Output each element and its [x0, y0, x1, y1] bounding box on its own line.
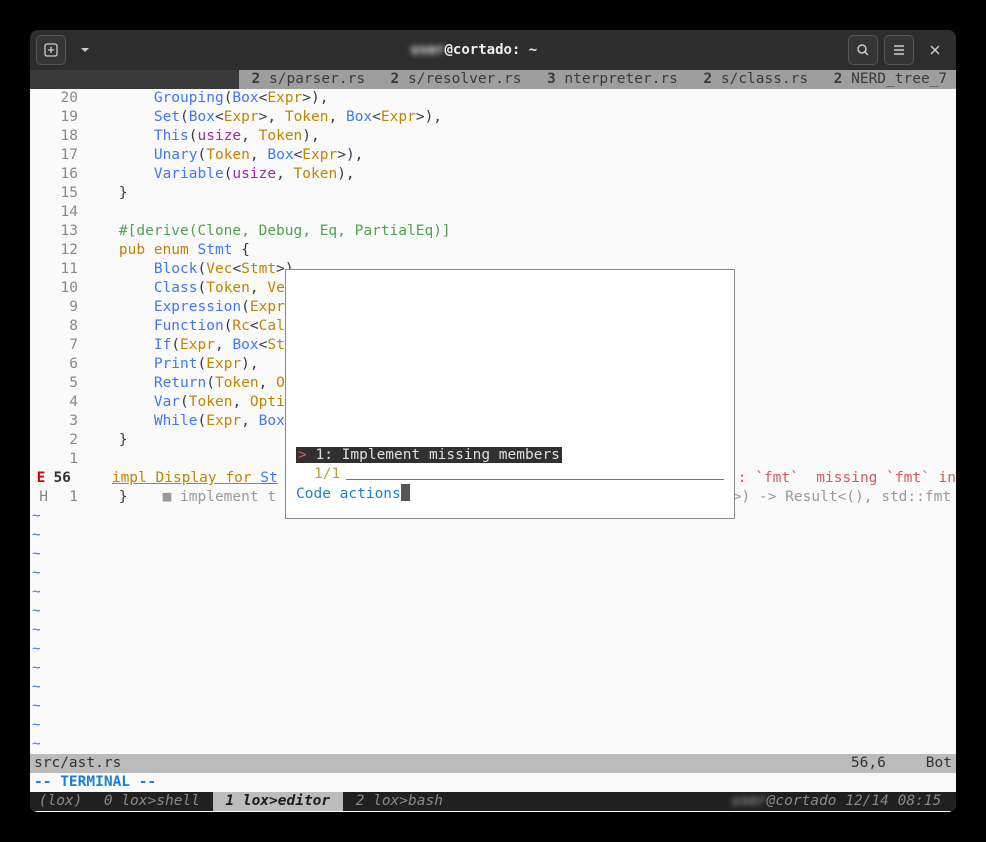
- empty-line: ~: [30, 697, 956, 716]
- tmux-statusbar: (lox) 0 lox>shell 1 lox>editor 2 lox>bas…: [30, 792, 956, 811]
- empty-line: ~: [30, 545, 956, 564]
- empty-line: ~: [30, 602, 956, 621]
- tmux-window[interactable]: 2 lox>bash: [343, 792, 456, 811]
- empty-line: ~: [30, 716, 956, 735]
- empty-line: ~: [30, 659, 956, 678]
- bufferline-tab[interactable]: 2 s/resolver.rs: [378, 70, 534, 89]
- bufferline-tab[interactable]: 2 NERD_tree_7: [821, 70, 956, 89]
- empty-line: ~: [30, 564, 956, 583]
- close-button[interactable]: [920, 35, 950, 65]
- empty-line: ~: [30, 678, 956, 697]
- bufferline-tab[interactable]: 2 s/parser.rs: [239, 70, 378, 89]
- code-line: 15 }: [30, 184, 956, 203]
- empty-line: ~: [30, 735, 956, 754]
- terminal-window: user@cortado: ~ 1 /n/E/114;#FZF 2 s/pars…: [30, 30, 956, 812]
- bufferline: 1 /n/E/114;#FZF 2 s/parser.rs 2 s/resolv…: [30, 70, 956, 89]
- mode-indicator: -- TERMINAL --: [30, 773, 956, 792]
- code-line: 16 Variable(usize, Token),: [30, 165, 956, 184]
- code-line: 12 pub enum Stmt {: [30, 241, 956, 260]
- empty-line: ~: [30, 526, 956, 545]
- fzf-input[interactable]: [401, 484, 410, 501]
- menu-button[interactable]: [884, 35, 914, 65]
- statusline: src/ast.rs 56,6 Bot: [30, 754, 956, 773]
- empty-line: ~: [30, 583, 956, 602]
- bufferline-tab[interactable]: 2 s/class.rs: [691, 70, 821, 89]
- code-line: 13 #[derive(Clone, Debug, Eq, PartialEq)…: [30, 222, 956, 241]
- code-line: 17 Unary(Token, Box<Expr>),: [30, 146, 956, 165]
- terminal-area[interactable]: 1 /n/E/114;#FZF 2 s/parser.rs 2 s/resolv…: [30, 70, 956, 812]
- tmux-window[interactable]: 1 lox>editor: [213, 792, 343, 811]
- titlebar: user@cortado: ~: [30, 30, 956, 70]
- bufferline-tab[interactable]: 3 nterpreter.rs: [534, 70, 690, 89]
- new-tab-dropdown[interactable]: [70, 35, 100, 65]
- empty-line: ~: [30, 621, 956, 640]
- status-scroll: Bot: [926, 754, 952, 773]
- bufferline-current[interactable]: 1 /n/E/114;#FZF: [30, 70, 239, 89]
- tmux-session: (lox): [30, 792, 91, 811]
- code-line: 19 Set(Box<Expr>, Token, Box<Expr>),: [30, 108, 956, 127]
- code-line: 18 This(usize, Token),: [30, 127, 956, 146]
- window-title: user@cortado: ~: [100, 42, 848, 58]
- fzf-popup[interactable]: > 1: Implement missing members 1/1 Code …: [285, 269, 735, 519]
- tmux-window[interactable]: 0 lox>shell: [91, 792, 213, 811]
- tmux-right: user@cortado 12/14 08:15: [732, 792, 956, 811]
- new-tab-button[interactable]: [36, 35, 66, 65]
- search-button[interactable]: [848, 35, 878, 65]
- code-line: 14: [30, 203, 956, 222]
- fzf-counter: 1/1: [296, 465, 340, 484]
- status-position: 56,6: [851, 754, 886, 773]
- code-action-item[interactable]: > 1: Implement missing members: [296, 447, 562, 463]
- code-line: 20 Grouping(Box<Expr>),: [30, 89, 956, 108]
- fzf-prompt: Code actions: [296, 486, 401, 502]
- status-filename: src/ast.rs: [34, 754, 121, 773]
- empty-line: ~: [30, 640, 956, 659]
